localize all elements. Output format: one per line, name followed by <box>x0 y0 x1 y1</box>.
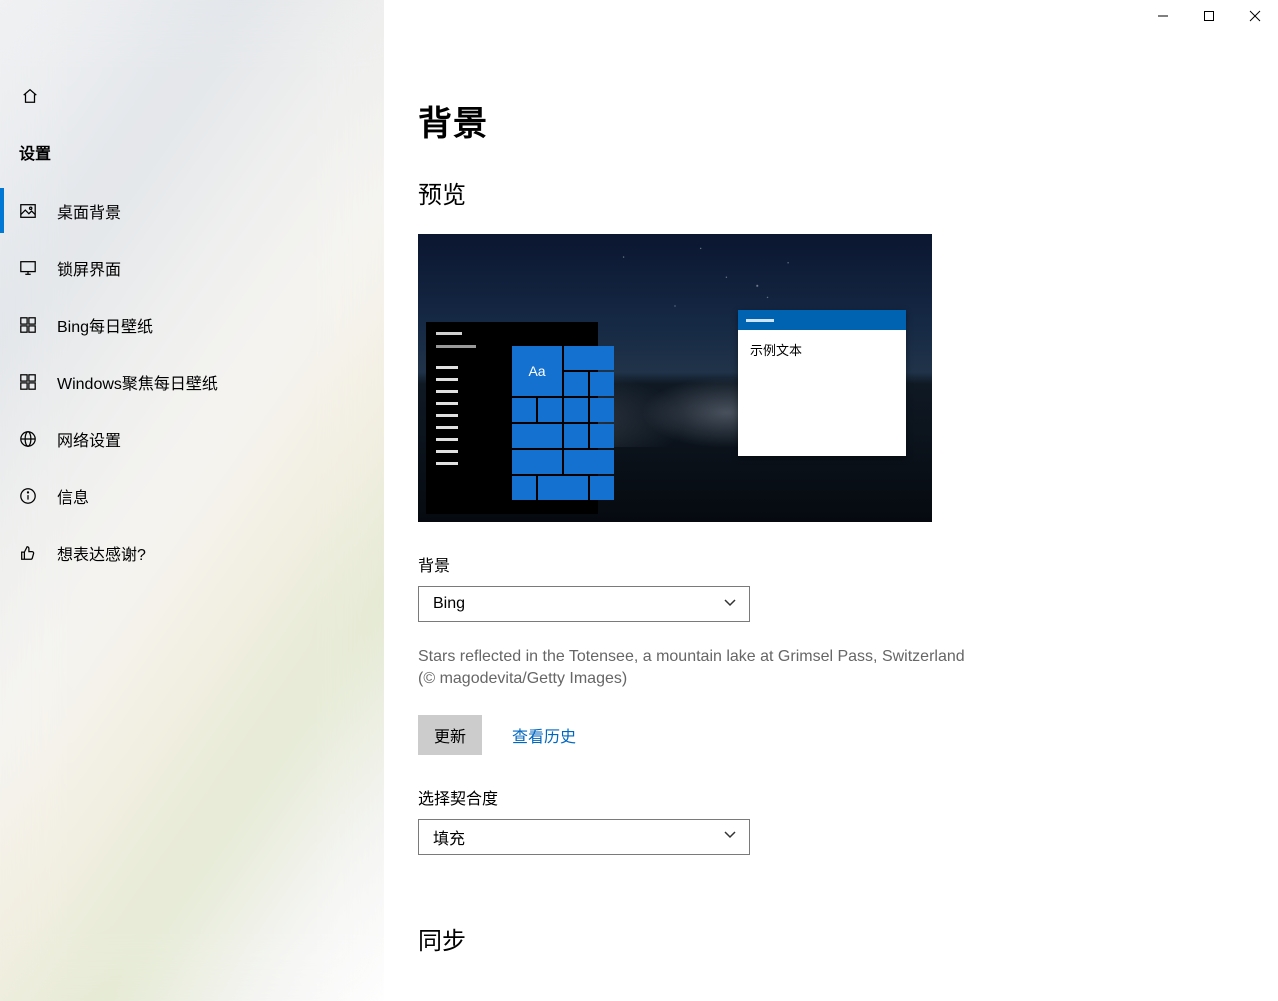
fit-select-value: 填充 <box>433 825 465 849</box>
preview-heading: 预览 <box>418 175 1278 210</box>
sidebar-item-label: 信息 <box>57 484 89 508</box>
sidebar-item-label: 网络设置 <box>57 427 121 451</box>
sidebar-item-thanks[interactable]: 想表达感谢? <box>0 524 384 581</box>
sidebar: 设置 桌面背景 锁屏界面 <box>0 0 384 1001</box>
sidebar-item-label: 锁屏界面 <box>57 256 121 280</box>
monitor-icon <box>19 259 37 277</box>
sidebar-item-label: Bing每日壁纸 <box>57 313 153 337</box>
preview-thumbnail: Aa 示例文本 <box>418 234 932 522</box>
sidebar-item-label: 想表达感谢? <box>57 541 146 565</box>
preview-start-menu: Aa <box>426 322 598 514</box>
preview-sample-window: 示例文本 <box>738 310 906 456</box>
grid-icon <box>19 316 37 334</box>
chevron-down-icon <box>723 827 737 846</box>
refresh-button[interactable]: 更新 <box>418 715 482 755</box>
window-minimize-button[interactable] <box>1140 0 1186 32</box>
picture-icon <box>19 202 37 220</box>
bg-source-select[interactable]: Bing <box>418 586 750 622</box>
sidebar-item-label: 桌面背景 <box>57 199 121 223</box>
sidebar-item-spotlight[interactable]: Windows聚焦每日壁纸 <box>0 353 384 410</box>
chevron-down-icon <box>723 595 737 614</box>
fit-field-label: 选择契合度 <box>418 785 1278 809</box>
main-content: 背景 预览 Aa 示例文本 背景 Bing Stars reflecte <box>384 0 1278 1001</box>
sidebar-item-bing-daily[interactable]: Bing每日壁纸 <box>0 296 384 353</box>
preview-tile-aa: Aa <box>512 346 562 396</box>
sidebar-item-info[interactable]: 信息 <box>0 467 384 524</box>
sync-heading: 同步 <box>418 921 1278 956</box>
page-title: 背景 <box>418 96 1278 145</box>
bg-select-value: Bing <box>433 595 465 613</box>
fit-select[interactable]: 填充 <box>418 819 750 855</box>
window-close-button[interactable] <box>1232 0 1278 32</box>
bg-caption: Stars reflected in the Totensee, a mount… <box>418 646 978 691</box>
sidebar-title: 设置 <box>19 140 51 164</box>
sidebar-item-network[interactable]: 网络设置 <box>0 410 384 467</box>
grid-icon <box>19 373 37 391</box>
window-controls <box>1140 0 1278 32</box>
sidebar-item-lockscreen[interactable]: 锁屏界面 <box>0 239 384 296</box>
home-icon <box>21 87 39 110</box>
info-icon <box>19 487 37 505</box>
window-maximize-button[interactable] <box>1186 0 1232 32</box>
thumbs-up-icon <box>19 544 37 562</box>
preview-sample-text: 示例文本 <box>738 330 906 369</box>
view-history-link[interactable]: 查看历史 <box>512 723 576 747</box>
sidebar-item-desktop-bg[interactable]: 桌面背景 <box>0 182 384 239</box>
bg-field-label: 背景 <box>418 552 1278 576</box>
globe-icon <box>19 430 37 448</box>
home-button[interactable] <box>10 78 50 118</box>
sidebar-item-label: Windows聚焦每日壁纸 <box>57 370 218 394</box>
